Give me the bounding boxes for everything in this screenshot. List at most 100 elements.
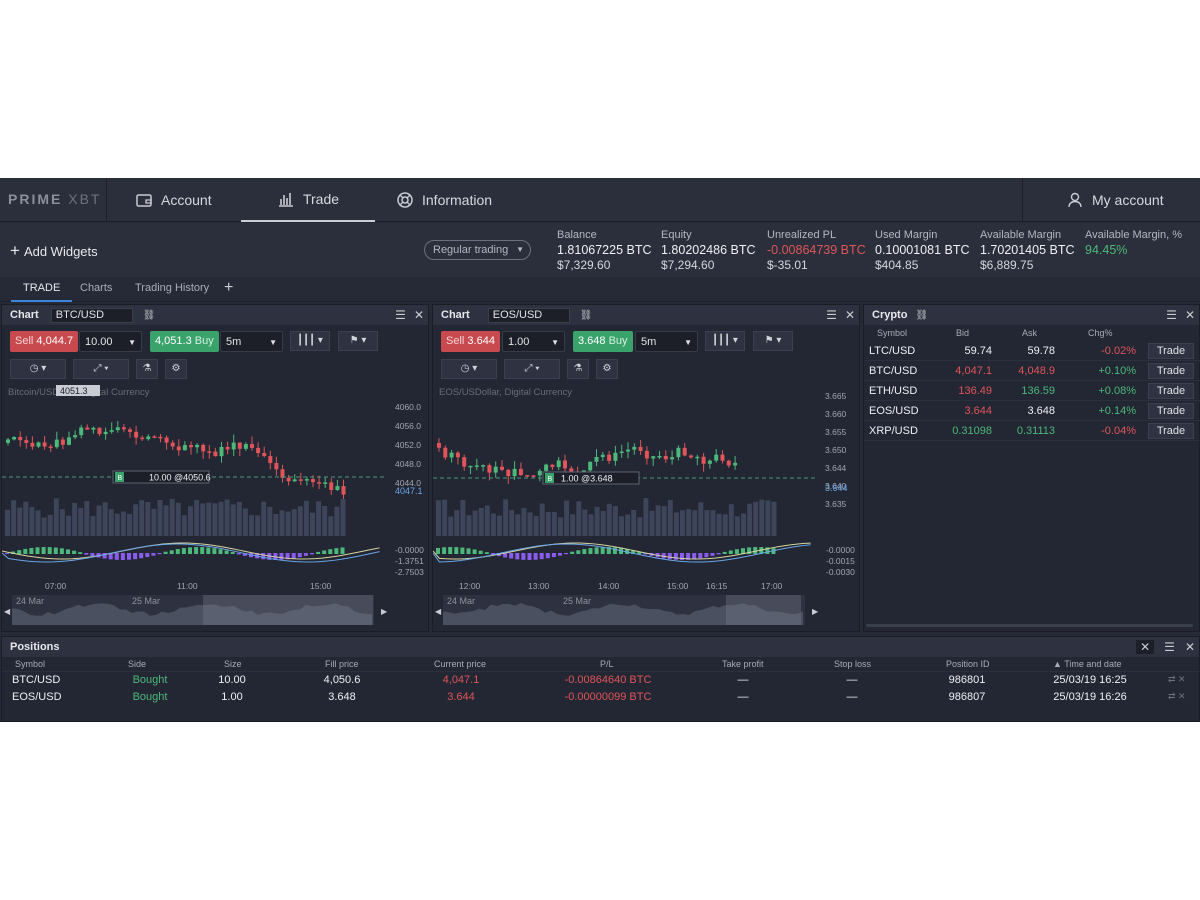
bar-chart-icon <box>278 193 293 207</box>
link-icon[interactable]: ⛓ <box>915 310 928 321</box>
volume-bar <box>102 502 108 536</box>
flask-button[interactable]: ⚗ <box>136 359 158 379</box>
table-row[interactable]: BTC/USD Bought 10.00 4,050.6 4,047.1 -0.00864… <box>2 672 1200 689</box>
volume-bar <box>710 510 716 536</box>
time-cell: 25/03/19 16:26 <box>1053 691 1127 703</box>
sell-button[interactable]: Sell 4,044.7 <box>10 331 79 352</box>
indicator-button[interactable]: ⚑ ▾ <box>753 331 793 351</box>
macd-bar <box>588 548 593 554</box>
quantity-select[interactable]: 1.00 ▼ <box>502 331 565 352</box>
tab-trading-history[interactable]: Trading History <box>135 282 209 302</box>
tab-trade[interactable]: TRADE <box>11 282 73 302</box>
nav-trade[interactable]: Trade <box>241 178 375 222</box>
flask-button[interactable]: ⚗ <box>567 359 589 379</box>
list-item[interactable]: ETH/USD 136.49 136.59 +0.08% Trade <box>864 381 1200 401</box>
tab-charts[interactable]: Charts <box>80 282 112 302</box>
trade-button[interactable]: Trade <box>1148 383 1194 399</box>
tp-cell: — <box>737 674 749 686</box>
ask-cell: 59.78 <box>1027 345 1055 357</box>
close-icon[interactable]: ✕ <box>845 308 855 322</box>
indicator-button[interactable]: ⚑ ▾ <box>338 331 378 351</box>
volume-bar <box>163 505 169 536</box>
trading-mode-select[interactable]: Regular trading ▼ <box>424 240 531 260</box>
link-icon[interactable]: ⛓ <box>143 310 156 321</box>
divider <box>106 178 107 222</box>
trade-button[interactable]: Trade <box>1148 423 1194 439</box>
list-item[interactable]: LTC/USD 59.74 59.78 -0.02% Trade <box>864 341 1200 361</box>
macd-bar <box>206 547 211 554</box>
sell-price: 3.644 <box>467 335 495 347</box>
chart-symbol-input[interactable]: EOS/USD <box>487 307 570 323</box>
candle-body <box>60 439 65 445</box>
trade-button[interactable]: Trade <box>1148 403 1194 419</box>
candle-body <box>563 460 567 469</box>
menu-icon[interactable]: ☰ <box>826 308 837 322</box>
close-positions-icon[interactable]: ✕ <box>1136 640 1155 654</box>
buy-button[interactable]: 3.648 Buy <box>573 331 633 352</box>
stat-used-margin: Used Margin 0.10001081 BTC $404.85 <box>875 228 970 273</box>
nav-information[interactable]: Information <box>396 178 492 222</box>
sell-button[interactable]: Sell 3.644 <box>441 331 500 352</box>
line-tool-icon: ⤢ <box>524 363 533 374</box>
candle-style-button[interactable]: ┃┃┃ ▾ <box>705 331 745 351</box>
settings-button[interactable]: ⚙ <box>596 359 618 379</box>
column-header: Symbol <box>15 659 46 669</box>
add-tab-icon[interactable]: + <box>224 279 233 299</box>
volume-bar <box>35 510 41 536</box>
candle-body <box>67 437 71 445</box>
ask-cell: 4,048.9 <box>1018 365 1055 377</box>
quantity-select[interactable]: 10.00 ▼ <box>79 331 142 352</box>
buy-button[interactable]: 4,051.3 Buy <box>150 331 219 352</box>
chart-symbol-input[interactable]: BTC/USD <box>50 307 133 323</box>
quantity-value: 1.00 <box>508 336 530 348</box>
close-icon[interactable]: ✕ <box>1185 640 1195 654</box>
interval-select[interactable]: 5m ▼ <box>635 331 698 352</box>
macd-bar <box>145 553 150 558</box>
draw-line-button[interactable]: ⤢ ▾ <box>504 359 560 379</box>
volume-bar <box>625 514 631 536</box>
list-item[interactable]: XRP/USD 0.31098 0.31113 -0.04% Trade <box>864 421 1200 441</box>
price-chart[interactable]: EOS/USDollar, Digital Currency B 1.00 @3.6… <box>433 383 861 633</box>
candle-style-button[interactable]: ┃┃┃ ▾ <box>290 331 330 351</box>
candle-body <box>493 466 498 473</box>
candle-body <box>329 482 334 491</box>
list-item[interactable]: BTC/USD 4,047.1 4,048.9 +0.10% Trade <box>864 361 1200 381</box>
candle-body <box>632 446 637 450</box>
close-icon[interactable]: ✕ <box>1185 308 1195 322</box>
sort-ascending-header[interactable]: ▲ Time and date <box>1053 659 1121 669</box>
menu-icon[interactable]: ☰ <box>1166 308 1177 322</box>
candle-body <box>720 454 725 461</box>
add-widgets-button[interactable]: + Add Widgets <box>10 241 98 261</box>
change-cell: +0.10% <box>1098 365 1136 377</box>
trade-button[interactable]: Trade <box>1148 343 1194 359</box>
candle-body <box>304 479 309 481</box>
price-chart[interactable]: Bitcoin/USDollar, Digital Currency4051.3… <box>2 383 430 633</box>
horizontal-scrollbar[interactable] <box>866 624 1193 627</box>
logo[interactable]: PRIME XBT <box>8 191 101 207</box>
nav-account[interactable]: Account <box>135 178 212 222</box>
macd-bar <box>551 553 556 558</box>
row-actions-icon[interactable]: ⇄ ✕ <box>1168 691 1186 702</box>
clock-button[interactable]: ◷ ▾ <box>10 359 66 379</box>
draw-line-button[interactable]: ⤢ ▾ <box>73 359 129 379</box>
close-icon[interactable]: ✕ <box>414 308 424 322</box>
menu-icon[interactable]: ☰ <box>395 308 406 322</box>
macd-bar <box>509 553 514 559</box>
macd-tick: -0.0015 <box>826 556 855 566</box>
symbol-cell: BTC/USD <box>12 674 61 686</box>
list-item[interactable]: EOS/USD 3.644 3.648 +0.14% Trade <box>864 401 1200 421</box>
settings-button[interactable]: ⚙ <box>165 359 187 379</box>
menu-icon[interactable]: ☰ <box>1164 640 1175 654</box>
table-row[interactable]: EOS/USD Bought 1.00 3.648 3.644 -0.00000099 B… <box>2 689 1200 706</box>
volume-bar <box>436 500 441 536</box>
macd-bar <box>527 553 532 560</box>
interval-select[interactable]: 5m ▼ <box>220 331 283 352</box>
link-icon[interactable]: ⛓ <box>580 310 593 321</box>
clock-button[interactable]: ◷ ▾ <box>441 359 497 379</box>
fill-cell: 3.648 <box>328 691 356 703</box>
row-actions-icon[interactable]: ⇄ ✕ <box>1168 674 1186 685</box>
candle-body <box>85 427 90 430</box>
trade-button[interactable]: Trade <box>1148 363 1194 379</box>
my-account-button[interactable]: My account <box>1066 178 1164 222</box>
volume-bar <box>643 498 649 536</box>
